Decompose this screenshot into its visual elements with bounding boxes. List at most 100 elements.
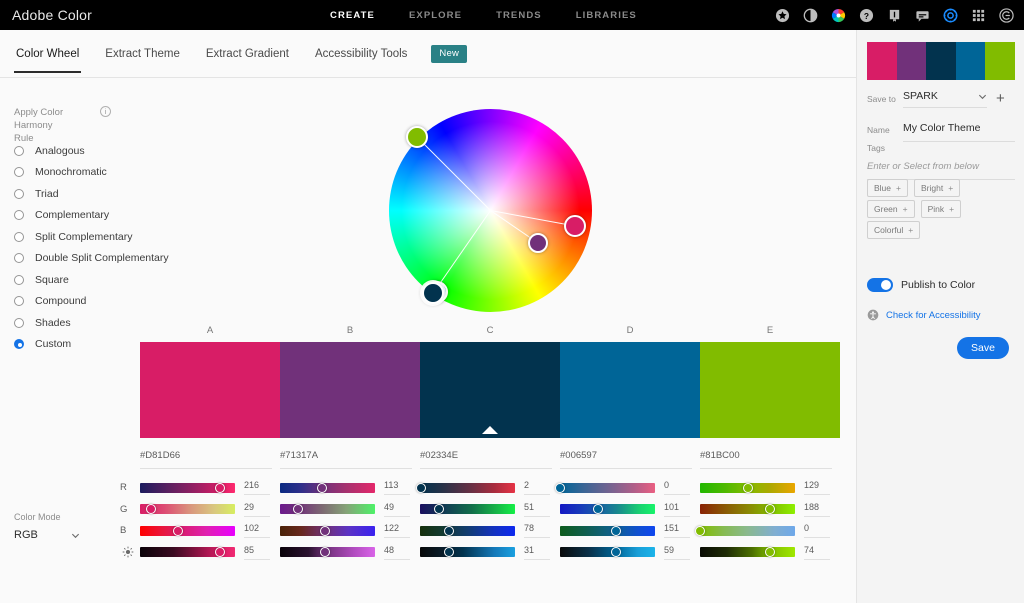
hex-value-e[interactable]: #81BC00 <box>700 450 832 469</box>
check-accessibility-link[interactable]: Check for Accessibility <box>867 309 981 321</box>
slider-track-b[interactable] <box>140 526 235 536</box>
slider-value-r[interactable]: 113 <box>384 480 410 495</box>
hex-value-a[interactable]: #D81D66 <box>140 450 272 469</box>
wheel-marker-a-pink[interactable] <box>564 215 586 237</box>
brand-logo[interactable]: Adobe Color <box>12 7 92 23</box>
rule-double-split-complementary[interactable]: Double Split Complementary <box>14 248 214 270</box>
radio-complementary[interactable] <box>14 210 24 220</box>
slider-value-g[interactable]: 51 <box>524 502 550 517</box>
slider-knob-b[interactable] <box>444 526 454 536</box>
slider-track-b[interactable] <box>560 526 655 536</box>
slider-knob-b[interactable] <box>695 526 705 536</box>
slider-track-r[interactable] <box>700 483 795 493</box>
rule-analogous[interactable]: Analogous <box>14 140 214 162</box>
swatch-b[interactable] <box>280 342 420 438</box>
slider-knob-brightness[interactable] <box>765 547 775 557</box>
rule-split-complementary[interactable]: Split Complementary <box>14 226 214 248</box>
slider-knob-brightness[interactable] <box>215 547 225 557</box>
slider-track-brightness[interactable] <box>560 547 655 557</box>
slider-knob-b[interactable] <box>320 526 330 536</box>
rule-triad[interactable]: Triad <box>14 183 214 205</box>
slider-knob-g[interactable] <box>146 504 156 514</box>
bookmark-icon[interactable] <box>887 8 902 23</box>
radio-shades[interactable] <box>14 318 24 328</box>
slider-value-brightness[interactable]: 74 <box>804 545 830 560</box>
slider-knob-g[interactable] <box>593 504 603 514</box>
save-button[interactable]: Save <box>957 337 1009 359</box>
slider-track-brightness[interactable] <box>420 547 515 557</box>
slider-knob-r[interactable] <box>215 483 225 493</box>
slider-knob-brightness[interactable] <box>611 547 621 557</box>
slider-value-b[interactable]: 122 <box>384 523 410 538</box>
rule-compound[interactable]: Compound <box>14 291 214 313</box>
creative-cloud-icon[interactable] <box>999 8 1014 23</box>
wheel-marker-b-purple[interactable] <box>528 233 548 253</box>
tab-extract-gradient[interactable]: Extract Gradient <box>204 34 291 73</box>
slider-track-brightness[interactable] <box>700 547 795 557</box>
radio-compound[interactable] <box>14 296 24 306</box>
radio-double-split-complementary[interactable] <box>14 253 24 263</box>
radio-monochromatic[interactable] <box>14 167 24 177</box>
hex-value-b[interactable]: #71317A <box>280 450 412 469</box>
slider-value-b[interactable]: 78 <box>524 523 550 538</box>
nav-trends[interactable]: TRENDS <box>496 10 542 21</box>
swatch-c[interactable] <box>420 342 560 438</box>
radio-analogous[interactable] <box>14 146 24 156</box>
slider-track-g[interactable] <box>280 504 375 514</box>
tab-extract-theme[interactable]: Extract Theme <box>103 34 182 73</box>
radio-square[interactable] <box>14 275 24 285</box>
color-wheel-icon[interactable] <box>831 8 846 23</box>
slider-track-r[interactable] <box>280 483 375 493</box>
slider-value-b[interactable]: 0 <box>804 523 830 538</box>
tag-chip-blue[interactable]: Blue+ <box>867 179 908 197</box>
slider-track-brightness[interactable] <box>140 547 235 557</box>
slider-value-r[interactable]: 129 <box>804 480 830 495</box>
settings-gear-icon[interactable] <box>943 8 958 23</box>
info-icon[interactable]: i <box>100 106 111 117</box>
swatch-e[interactable] <box>700 342 840 438</box>
publish-toggle[interactable] <box>867 278 893 292</box>
slider-track-r[interactable] <box>560 483 655 493</box>
tag-chip-green[interactable]: Green+ <box>867 200 915 218</box>
slider-value-brightness[interactable]: 59 <box>664 545 690 560</box>
slider-value-b[interactable]: 102 <box>244 523 270 538</box>
slider-value-r[interactable]: 2 <box>524 480 550 495</box>
rule-complementary[interactable]: Complementary <box>14 205 214 227</box>
theme-name-input[interactable]: My Color Theme <box>903 118 1015 142</box>
tab-color-wheel[interactable]: Color Wheel <box>14 34 81 73</box>
slider-value-brightness[interactable]: 31 <box>524 545 550 560</box>
tab-accessibility-tools[interactable]: Accessibility Tools <box>313 34 409 73</box>
slider-track-r[interactable] <box>140 483 235 493</box>
slider-value-r[interactable]: 0 <box>664 480 690 495</box>
nav-libraries[interactable]: LIBRARIES <box>576 10 637 21</box>
slider-knob-r[interactable] <box>555 483 565 493</box>
slider-track-r[interactable] <box>420 483 515 493</box>
tag-chip-pink[interactable]: Pink+ <box>921 200 962 218</box>
hex-value-c[interactable]: #02334E <box>420 450 552 469</box>
slider-knob-b[interactable] <box>173 526 183 536</box>
slider-knob-brightness[interactable] <box>320 547 330 557</box>
chat-icon[interactable] <box>915 8 930 23</box>
contrast-icon[interactable] <box>803 8 818 23</box>
slider-knob-r[interactable] <box>743 483 753 493</box>
tag-chip-bright[interactable]: Bright+ <box>914 179 960 197</box>
slider-track-g[interactable] <box>700 504 795 514</box>
slider-knob-brightness[interactable] <box>444 547 454 557</box>
help-icon[interactable]: ? <box>859 8 874 23</box>
rule-square[interactable]: Square <box>14 269 214 291</box>
slider-value-brightness[interactable]: 48 <box>384 545 410 560</box>
slider-value-r[interactable]: 216 <box>244 480 270 495</box>
app-grid-icon[interactable] <box>971 8 986 23</box>
slider-value-g[interactable]: 49 <box>384 502 410 517</box>
nav-create[interactable]: CREATE <box>330 10 375 21</box>
star-icon[interactable] <box>775 8 790 23</box>
color-mode-select[interactable]: RGB <box>14 526 80 544</box>
nav-explore[interactable]: EXPLORE <box>409 10 462 21</box>
swatch-d[interactable] <box>560 342 700 438</box>
slider-value-g[interactable]: 101 <box>664 502 690 517</box>
slider-track-g[interactable] <box>420 504 515 514</box>
slider-knob-b[interactable] <box>611 526 621 536</box>
hex-value-d[interactable]: #006597 <box>560 450 692 469</box>
radio-custom[interactable] <box>14 339 24 349</box>
slider-knob-g[interactable] <box>293 504 303 514</box>
